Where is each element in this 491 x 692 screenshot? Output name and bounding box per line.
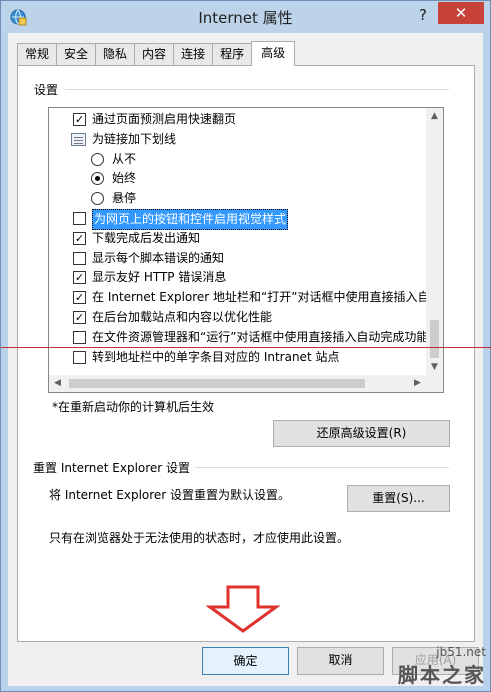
settings-separator (65, 89, 449, 90)
checkbox-row[interactable]: 在文件资源管理器和“运行”对话框中使用直接插入自动完成功能 (49, 328, 429, 347)
radio-option-row[interactable]: 始终 (49, 169, 427, 188)
horizontal-scroll-thumb[interactable] (69, 379, 365, 388)
radio-button[interactable] (91, 192, 104, 206)
internet-options-dialog: Internet 属性 ? ✕ 常规 安全 隐私 内容 连接 程序 高级 设置 … (0, 0, 491, 692)
ok-button[interactable]: 确定 (202, 647, 289, 675)
settings-rows: ✓ 通过页面预测启用快速翻页 为链接加下划线从不始终悬停为网页上的按钮和控件启用视觉… (49, 108, 429, 376)
vertical-scrollbar[interactable]: ▲ ▼ (426, 108, 443, 376)
reset-description: 将 Internet Explorer 设置重置为默认设置。 (49, 488, 291, 502)
setting-label: 始终 (112, 171, 137, 186)
settings-group-label: 设置 (34, 83, 59, 97)
checkbox[interactable] (73, 330, 86, 344)
restart-note: *在重新启动你的计算机后生效 (52, 400, 215, 414)
tab-content[interactable]: 内容 (134, 43, 175, 65)
tab-connections[interactable]: 连接 (173, 43, 214, 65)
scroll-right-icon[interactable]: ▶ (409, 375, 426, 392)
checkbox[interactable]: ✓ (73, 291, 86, 305)
checkbox-row[interactable]: ✓ 显示友好 HTTP 错误消息 (49, 268, 427, 287)
radio-button[interactable] (91, 172, 104, 186)
setting-label: 显示每个脚本错误的通知 (92, 250, 225, 265)
reset-warning: 只有在浏览器处于无法使用的状态时，才应使用此设置。 (49, 531, 350, 545)
reset-section-title: 重置 Internet Explorer 设置 (33, 461, 191, 475)
settings-group-icon (71, 132, 86, 146)
radio-option-row[interactable]: 从不 (49, 150, 427, 169)
radio-option-row[interactable]: 悬停 (49, 189, 427, 208)
checkbox-row[interactable]: ✓ 下载完成后发出通知 (49, 229, 427, 248)
cancel-button[interactable]: 取消 (297, 647, 384, 675)
checkbox[interactable] (73, 350, 86, 364)
title-bar: Internet 属性 ? ✕ (1, 1, 490, 33)
close-button[interactable]: ✕ (438, 2, 484, 24)
reset-section-separator (195, 467, 449, 468)
tab-security[interactable]: 安全 (56, 43, 97, 65)
setting-label: 在文件资源管理器和“运行”对话框中使用直接插入自动完成功能 (92, 329, 429, 344)
tab-general[interactable]: 常规 (17, 43, 58, 65)
watermark: jb51.net 脚本之家 (398, 645, 486, 688)
setting-label: 在后台加载站点和内容以优化性能 (92, 310, 273, 324)
down-arrow-annotation (206, 585, 280, 633)
checkbox-row[interactable]: 转到地址栏中的单字条目对应的 Intranet 站点 (49, 348, 427, 367)
annotation-line (1, 347, 491, 348)
restore-advanced-settings-button[interactable]: 还原高级设置(R) (273, 420, 450, 447)
setting-label: 下载完成后发出通知 (92, 230, 201, 245)
reset-button[interactable]: 重置(S)... (347, 485, 450, 512)
scroll-down-icon[interactable]: ▼ (426, 359, 443, 376)
tab-strip: 常规 安全 隐私 内容 连接 程序 高级 (17, 41, 296, 66)
scroll-left-icon[interactable]: ◀ (49, 375, 66, 392)
checkbox[interactable]: ✓ (73, 311, 86, 324)
vertical-scroll-thumb[interactable] (430, 320, 439, 358)
checkbox-row[interactable]: ✓ 在后台加载站点和内容以优化性能 (49, 308, 427, 327)
tab-programs[interactable]: 程序 (212, 43, 253, 65)
checkbox-row[interactable]: 为网页上的按钮和控件启用视觉样式 (49, 209, 427, 230)
checkbox[interactable] (73, 251, 86, 265)
radio-button[interactable] (91, 152, 104, 166)
setting-label: 悬停 (112, 191, 137, 206)
checkbox[interactable]: ✓ (73, 113, 86, 126)
checkbox-row[interactable]: ✓ 在 Internet Explorer 地址栏和“打开”对话框中使用直接插入自 (49, 288, 429, 307)
help-button[interactable]: ? (411, 4, 435, 26)
setting-label: 转到地址栏中的单字条目对应的 Intranet 站点 (92, 349, 340, 364)
setting-label: 通过页面预测启用快速翻页 (92, 112, 237, 126)
scroll-up-icon[interactable]: ▲ (426, 108, 443, 125)
setting-label: 为链接加下划线 (92, 131, 177, 146)
tab-advanced[interactable]: 高级 (251, 41, 296, 66)
setting-label: 显示友好 HTTP 错误消息 (92, 270, 227, 285)
watermark-name: 脚本之家 (398, 663, 486, 687)
checkbox[interactable] (73, 212, 86, 225)
checkbox-row[interactable]: 显示每个脚本错误的通知 (49, 249, 427, 268)
settings-list[interactable]: ✓ 通过页面预测启用快速翻页 为链接加下划线从不始终悬停为网页上的按钮和控件启用视觉… (48, 107, 444, 393)
checkbox-row[interactable]: ✓ 通过页面预测启用快速翻页 (49, 110, 427, 129)
tab-privacy[interactable]: 隐私 (95, 43, 136, 65)
checkbox[interactable]: ✓ (73, 271, 86, 285)
setting-label: 在 Internet Explorer 地址栏和“打开”对话框中使用直接插入自 (92, 290, 429, 305)
settings-group-row: 为链接加下划线 (49, 130, 427, 149)
watermark-url: jb51.net (436, 645, 486, 659)
checkbox[interactable]: ✓ (73, 231, 86, 245)
setting-label: 从不 (112, 151, 137, 166)
setting-label: 为网页上的按钮和控件启用视觉样式 (92, 209, 289, 230)
horizontal-scrollbar[interactable]: ◀ ▶ (49, 375, 443, 392)
